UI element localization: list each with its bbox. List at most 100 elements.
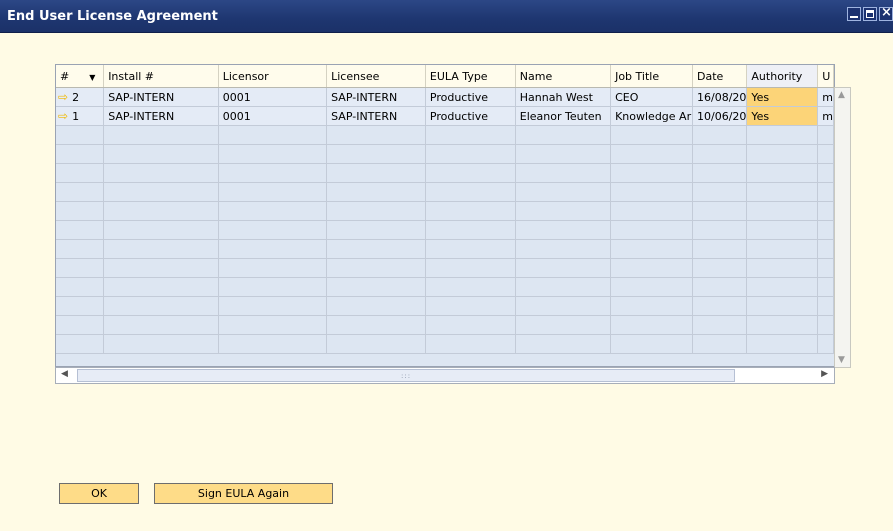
scroll-down-icon[interactable]: ▼ <box>838 355 845 365</box>
empty-cell[interactable] <box>817 201 834 221</box>
empty-cell[interactable] <box>746 296 819 316</box>
empty-cell[interactable] <box>326 315 426 335</box>
empty-cell[interactable] <box>692 258 748 278</box>
sign-eula-again-button[interactable]: Sign EULA Again <box>154 483 333 504</box>
empty-cell[interactable] <box>746 201 819 221</box>
empty-cell[interactable] <box>218 239 328 259</box>
arrow-right-icon[interactable]: ⇨ <box>58 109 68 123</box>
empty-row[interactable] <box>56 315 834 335</box>
empty-cell[interactable] <box>515 125 612 145</box>
empty-cell[interactable] <box>692 277 748 297</box>
eula-type-cell[interactable]: Productive <box>425 106 516 126</box>
empty-row[interactable] <box>56 163 834 183</box>
empty-cell[interactable] <box>515 182 612 202</box>
empty-row[interactable] <box>56 296 834 316</box>
empty-cell[interactable] <box>817 125 834 145</box>
empty-cell[interactable] <box>56 182 105 202</box>
minimize-icon[interactable] <box>847 7 861 21</box>
column-header-authority[interactable]: Authority <box>746 65 819 88</box>
empty-cell[interactable] <box>746 125 819 145</box>
column-header-eula-type[interactable]: EULA Type <box>425 65 516 88</box>
empty-row[interactable] <box>56 182 834 202</box>
empty-cell[interactable] <box>692 296 748 316</box>
empty-cell[interactable] <box>610 182 693 202</box>
empty-cell[interactable] <box>746 144 819 164</box>
empty-row[interactable] <box>56 334 834 354</box>
empty-cell[interactable] <box>425 125 516 145</box>
empty-cell[interactable] <box>326 296 426 316</box>
empty-cell[interactable] <box>817 182 834 202</box>
date-cell[interactable]: 10/06/20 <box>692 106 748 126</box>
empty-cell[interactable] <box>218 182 328 202</box>
empty-cell[interactable] <box>746 334 819 354</box>
licensor-cell[interactable]: 0001 <box>218 106 328 126</box>
empty-cell[interactable] <box>56 334 105 354</box>
empty-cell[interactable] <box>515 201 612 221</box>
close-icon[interactable] <box>879 5 893 21</box>
column-header-install[interactable]: Install # <box>103 65 219 88</box>
column-header-u[interactable]: U <box>817 65 834 88</box>
empty-row[interactable] <box>56 258 834 278</box>
date-cell[interactable]: 16/08/20 <box>692 87 748 107</box>
table-row[interactable]: ⇨ 1 SAP-INTERN 0001 SAP-INTERN Productive… <box>56 106 834 126</box>
empty-cell[interactable] <box>515 334 612 354</box>
empty-cell[interactable] <box>692 201 748 221</box>
empty-cell[interactable] <box>610 220 693 240</box>
scroll-right-icon[interactable]: ▶ <box>821 369 828 379</box>
empty-cell[interactable] <box>746 163 819 183</box>
empty-cell[interactable] <box>56 315 105 335</box>
empty-cell[interactable] <box>692 125 748 145</box>
empty-cell[interactable] <box>103 296 219 316</box>
empty-cell[interactable] <box>692 315 748 335</box>
row-number-cell[interactable]: ⇨ 2 <box>56 87 105 107</box>
empty-cell[interactable] <box>103 201 219 221</box>
authority-cell[interactable]: Yes <box>746 87 819 107</box>
eula-type-cell[interactable]: Productive <box>425 87 516 107</box>
empty-cell[interactable] <box>218 163 328 183</box>
empty-cell[interactable] <box>692 163 748 183</box>
empty-cell[interactable] <box>817 296 834 316</box>
column-header-name[interactable]: Name <box>515 65 612 88</box>
empty-cell[interactable] <box>56 296 105 316</box>
empty-cell[interactable] <box>103 315 219 335</box>
empty-cell[interactable] <box>515 315 612 335</box>
empty-cell[interactable] <box>610 277 693 297</box>
empty-cell[interactable] <box>425 220 516 240</box>
licensee-cell[interactable]: SAP-INTERN <box>326 106 426 126</box>
empty-cell[interactable] <box>103 144 219 164</box>
empty-cell[interactable] <box>56 163 105 183</box>
empty-cell[interactable] <box>610 144 693 164</box>
empty-cell[interactable] <box>515 220 612 240</box>
empty-cell[interactable] <box>610 201 693 221</box>
install-cell[interactable]: SAP-INTERN <box>103 87 219 107</box>
empty-cell[interactable] <box>103 334 219 354</box>
empty-cell[interactable] <box>103 182 219 202</box>
empty-cell[interactable] <box>515 163 612 183</box>
maximize-icon[interactable] <box>863 7 877 21</box>
empty-cell[interactable] <box>746 239 819 259</box>
empty-cell[interactable] <box>326 125 426 145</box>
empty-cell[interactable] <box>817 239 834 259</box>
empty-cell[interactable] <box>746 315 819 335</box>
u-cell[interactable]: m <box>817 106 834 126</box>
horizontal-scrollbar[interactable]: ◀ ::: ▶ <box>55 367 835 384</box>
scroll-up-icon[interactable]: ▲ <box>838 90 845 100</box>
empty-cell[interactable] <box>817 277 834 297</box>
empty-cell[interactable] <box>425 239 516 259</box>
empty-cell[interactable] <box>817 334 834 354</box>
sort-desc-icon[interactable]: ▼ <box>89 73 95 82</box>
empty-cell[interactable] <box>218 220 328 240</box>
empty-cell[interactable] <box>326 277 426 297</box>
empty-cell[interactable] <box>326 239 426 259</box>
empty-cell[interactable] <box>425 277 516 297</box>
empty-row[interactable] <box>56 220 834 240</box>
empty-cell[interactable] <box>425 296 516 316</box>
empty-row[interactable] <box>56 277 834 297</box>
empty-cell[interactable] <box>218 201 328 221</box>
column-header-licensee[interactable]: Licensee <box>326 65 426 88</box>
empty-cell[interactable] <box>56 277 105 297</box>
empty-cell[interactable] <box>56 258 105 278</box>
licensor-cell[interactable]: 0001 <box>218 87 328 107</box>
empty-cell[interactable] <box>326 201 426 221</box>
ok-button[interactable]: OK <box>59 483 139 504</box>
